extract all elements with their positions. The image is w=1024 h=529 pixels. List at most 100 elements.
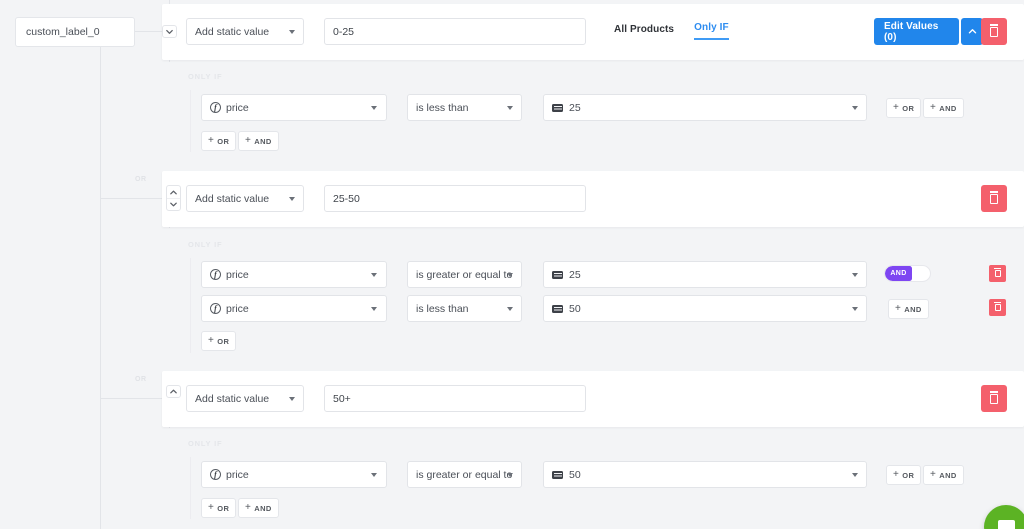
keyboard-icon: [552, 471, 563, 479]
tree-branch-2: [100, 198, 169, 199]
chevron-down-icon: [371, 273, 377, 277]
chevron-up-icon[interactable]: [167, 186, 180, 198]
block-3-cond-1-operator-select[interactable]: is greater or equal to: [407, 461, 522, 488]
block-2-footer-add-or-button[interactable]: + OR: [201, 331, 236, 351]
block-2-cond-2-field: price: [226, 303, 249, 315]
block-2-cond-1-field-select[interactable]: f price: [201, 261, 387, 288]
block-1-action-value: Add static value: [195, 26, 269, 38]
block-3-cond-1-add-and-button[interactable]: + AND: [923, 465, 964, 485]
block-1-static-value-input[interactable]: 0-25: [324, 18, 586, 45]
block-2-cond-1-value: 25: [569, 269, 581, 281]
trash-icon: [990, 394, 998, 404]
block-2-cond-2-add-and-button[interactable]: + AND: [888, 299, 929, 319]
delete-block-2-cond-2-button[interactable]: [989, 299, 1006, 316]
block-2-cond-2-operator-select[interactable]: is less than: [407, 295, 522, 322]
delete-block-1-button[interactable]: [981, 18, 1007, 45]
block-1-cond-1-operator: is less than: [416, 102, 469, 114]
chevron-down-icon: [852, 473, 858, 477]
chevron-down-icon: [289, 197, 295, 201]
plus-icon: +: [208, 503, 214, 513]
block-1-cond-1-add-and-button[interactable]: + AND: [923, 98, 964, 118]
block-1-footer-and-label: AND: [254, 137, 271, 146]
plus-icon: +: [208, 336, 214, 346]
and-or-toggle-label: AND: [885, 266, 912, 281]
block-1-static-value: 0-25: [333, 26, 354, 38]
block-2-cond-1-value-select[interactable]: 25: [543, 261, 867, 288]
block-2-static-value: 25-50: [333, 193, 360, 205]
plus-icon: +: [930, 470, 936, 480]
only-if-label-3: ONLY IF: [188, 439, 222, 448]
condition-rail-2: [190, 258, 191, 353]
block-2-static-value-input[interactable]: 25-50: [324, 185, 586, 212]
plus-icon: +: [895, 304, 901, 314]
chevron-up-icon: [968, 28, 977, 35]
block-3-footer-or-label: OR: [217, 504, 229, 513]
plus-icon: +: [245, 136, 251, 146]
only-if-label-1: ONLY IF: [188, 72, 222, 81]
block-2-cond-2-value-select[interactable]: 50: [543, 295, 867, 322]
chevron-down-icon: [289, 397, 295, 401]
block-2-cond-2-field-select[interactable]: f price: [201, 295, 387, 322]
block-2-action-value: Add static value: [195, 193, 269, 205]
chat-bubble-icon: [998, 520, 1015, 529]
chevron-down-icon: [507, 106, 513, 110]
block-2-cond-1-field: price: [226, 269, 249, 281]
block-3-action-select[interactable]: Add static value: [186, 385, 304, 412]
block-1-footer-add-or-button[interactable]: + OR: [201, 131, 236, 151]
tree-spine: [100, 40, 101, 529]
block-1-cond-1-add-or-button[interactable]: + OR: [886, 98, 921, 118]
rule-builder-canvas: OR OR custom_label_0 Add static value 0-…: [0, 0, 1024, 529]
block-3-footer-add-or-button[interactable]: + OR: [201, 498, 236, 518]
branch-label-3: OR: [135, 376, 147, 383]
view-tabs: All Products Only IF: [614, 22, 729, 40]
block-1-cond-1-value: 25: [569, 102, 581, 114]
block-2-cond-1-operator-select[interactable]: is greater or equal to: [407, 261, 522, 288]
trash-icon: [990, 194, 998, 204]
chevron-down-icon[interactable]: [167, 198, 180, 210]
edit-values-button[interactable]: Edit Values (0): [874, 18, 959, 45]
block-1-cond-1-value-select[interactable]: 25: [543, 94, 867, 121]
tree-branch-3: [100, 398, 169, 399]
block-3-cond-1-field-select[interactable]: f price: [201, 461, 387, 488]
block-1-stepper[interactable]: [162, 25, 177, 38]
branch-label-2: OR: [135, 176, 147, 183]
block-3-stepper[interactable]: [166, 385, 181, 398]
collapse-block-button[interactable]: [961, 18, 983, 45]
block-3-action-value: Add static value: [195, 393, 269, 405]
chevron-up-icon[interactable]: [167, 386, 180, 397]
chat-widget-button[interactable]: [984, 505, 1024, 529]
block-1-footer-add-and-button[interactable]: + AND: [238, 131, 279, 151]
block-2-cond-2-add-and-label: AND: [904, 305, 921, 314]
block-3-cond-1-value: 50: [569, 469, 581, 481]
tab-only-if[interactable]: Only IF: [694, 22, 729, 40]
chevron-down-icon[interactable]: [163, 26, 176, 37]
chevron-down-icon: [852, 106, 858, 110]
keyboard-icon: [552, 271, 563, 279]
block-1-cond-1-field-select[interactable]: f price: [201, 94, 387, 121]
block-1-cond-1-operator-select[interactable]: is less than: [407, 94, 522, 121]
source-field-box[interactable]: custom_label_0: [15, 17, 135, 47]
block-1-cond-1-add-or-label: OR: [902, 104, 914, 113]
block-2-action-select[interactable]: Add static value: [186, 185, 304, 212]
plus-icon: +: [893, 103, 899, 113]
block-3-footer-add-and-button[interactable]: + AND: [238, 498, 279, 518]
block-3-cond-1-field: price: [226, 469, 249, 481]
block-3-static-value-input[interactable]: 50+: [324, 385, 586, 412]
delete-block-2-button[interactable]: [981, 185, 1007, 212]
block-3-cond-1-value-select[interactable]: 50: [543, 461, 867, 488]
condition-rail-1: [190, 90, 191, 152]
chevron-down-icon: [371, 473, 377, 477]
block-2-and-or-toggle[interactable]: AND: [884, 265, 931, 282]
delete-block-2-cond-1-button[interactable]: [989, 265, 1006, 282]
block-3-static-value: 50+: [333, 393, 351, 405]
block-2-stepper[interactable]: [166, 185, 181, 211]
plus-icon: +: [245, 503, 251, 513]
delete-block-3-button[interactable]: [981, 385, 1007, 412]
trash-icon: [995, 270, 1001, 277]
block-1-action-select[interactable]: Add static value: [186, 18, 304, 45]
plus-icon: +: [930, 103, 936, 113]
tab-all-products[interactable]: All Products: [614, 24, 674, 40]
block-3-footer-and-label: AND: [254, 504, 271, 513]
only-if-label-2: ONLY IF: [188, 240, 222, 249]
block-3-cond-1-add-or-button[interactable]: + OR: [886, 465, 921, 485]
